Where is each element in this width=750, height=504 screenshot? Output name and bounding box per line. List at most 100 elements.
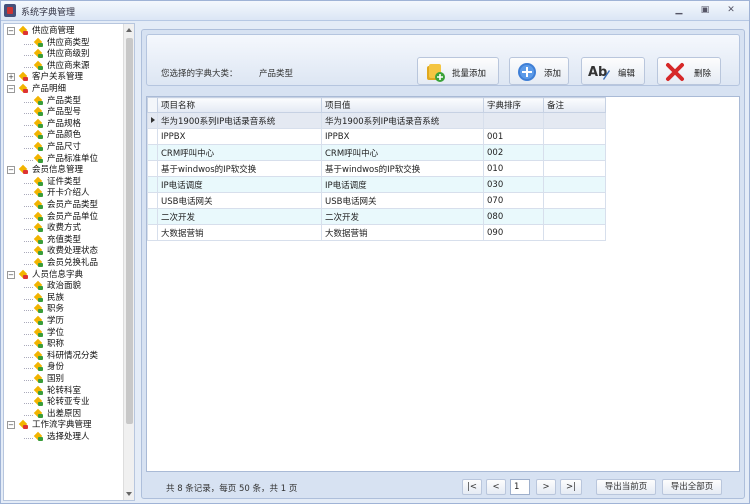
tree-leaf-node[interactable]: 会员产品类型 bbox=[4, 200, 122, 211]
add-button[interactable]: 添加 bbox=[509, 57, 569, 85]
column-header-note[interactable]: 备注 bbox=[543, 97, 606, 113]
cell-name[interactable]: CRM呼叫中心 bbox=[157, 144, 322, 161]
tree-leaf-node[interactable]: 国别 bbox=[4, 374, 122, 385]
tree-leaf-node[interactable]: 供应商类型 bbox=[4, 38, 122, 49]
tree-scrollbar[interactable] bbox=[123, 24, 134, 500]
collapse-icon[interactable]: − bbox=[7, 85, 15, 93]
cell-name[interactable]: 基于windwos的IP软交换 bbox=[157, 160, 322, 177]
tree-leaf-node[interactable]: 产品型号 bbox=[4, 107, 122, 118]
tree-leaf-node[interactable]: 产品标准单位 bbox=[4, 154, 122, 165]
edit-button[interactable]: Ab 编辑 bbox=[581, 57, 645, 85]
dictionary-tree[interactable]: − 供应商管理 供应商类型 供应商级别 供应商来源 + 客户关系管理 − 产品明细 产品类型 产品型… bbox=[3, 23, 135, 501]
tree-leaf-node[interactable]: 选择处理人 bbox=[4, 432, 122, 443]
tree-leaf-node[interactable]: 供应商来源 bbox=[4, 61, 122, 72]
cell-order[interactable]: 070 bbox=[483, 192, 544, 209]
cell-order[interactable]: 090 bbox=[483, 224, 544, 241]
cell-value[interactable]: 大数据营销 bbox=[321, 224, 484, 241]
tree-leaf-node[interactable]: 证件类型 bbox=[4, 177, 122, 188]
tree-leaf-node[interactable]: 充值类型 bbox=[4, 235, 122, 246]
collapse-icon[interactable]: − bbox=[7, 166, 15, 175]
collapse-icon[interactable]: − bbox=[7, 421, 15, 430]
page-number-input[interactable]: 1 bbox=[510, 479, 530, 495]
last-page-button[interactable]: >| bbox=[560, 479, 582, 495]
scroll-down-icon[interactable] bbox=[126, 492, 132, 496]
cell-name[interactable]: 二次开发 bbox=[157, 208, 322, 225]
export-current-page-button[interactable]: 导出当前页 bbox=[596, 479, 656, 495]
tree-leaf-node[interactable]: 供应商级别 bbox=[4, 49, 122, 60]
tree-leaf-node[interactable]: 轮转亚专业 bbox=[4, 397, 122, 408]
tree-leaf-node[interactable]: 收费方式 bbox=[4, 223, 122, 234]
cell-note[interactable] bbox=[543, 160, 606, 177]
scroll-thumb[interactable] bbox=[126, 38, 133, 424]
tree-leaf-node[interactable]: 开卡介绍人 bbox=[4, 188, 122, 199]
cell-order[interactable]: 080 bbox=[483, 208, 544, 225]
cell-value[interactable]: IPPBX bbox=[321, 128, 484, 145]
cell-value[interactable]: CRM呼叫中心 bbox=[321, 144, 484, 161]
cell-note[interactable] bbox=[543, 208, 606, 225]
cell-value[interactable]: 华为1900系列IP电话录音系统 bbox=[321, 112, 484, 129]
cell-value[interactable]: USB电话网关 bbox=[321, 192, 484, 209]
table-row[interactable]: 二次开发 二次开发 080 bbox=[147, 208, 606, 225]
tree-group-node[interactable]: + 客户关系管理 bbox=[4, 72, 122, 83]
tree-leaf-node[interactable]: 收费处理状态 bbox=[4, 246, 122, 257]
table-row[interactable]: CRM呼叫中心 CRM呼叫中心 002 bbox=[147, 144, 606, 161]
cell-value[interactable]: 基于windwos的IP软交换 bbox=[321, 160, 484, 177]
batch-add-button[interactable]: 批量添加 bbox=[417, 57, 499, 85]
cell-note[interactable] bbox=[543, 192, 606, 209]
tree-group-node[interactable]: − 人员信息字典 bbox=[4, 270, 122, 281]
close-icon[interactable]: ✕ bbox=[723, 4, 739, 17]
tree-leaf-node[interactable]: 轮转科室 bbox=[4, 386, 122, 397]
tree-leaf-node[interactable]: 政治面貌 bbox=[4, 281, 122, 292]
tree-leaf-node[interactable]: 身份 bbox=[4, 362, 122, 373]
cell-name[interactable]: IPPBX bbox=[157, 128, 322, 145]
tree-leaf-node[interactable]: 会员兑换礼品 bbox=[4, 258, 122, 269]
cell-note[interactable] bbox=[543, 112, 606, 129]
collapse-icon[interactable]: − bbox=[7, 27, 15, 35]
tree-leaf-node[interactable]: 产品尺寸 bbox=[4, 142, 122, 153]
delete-button[interactable]: 删除 bbox=[657, 57, 721, 85]
cell-note[interactable] bbox=[543, 176, 606, 193]
tree-leaf-node[interactable]: 学历 bbox=[4, 316, 122, 327]
column-header-value[interactable]: 项目值 bbox=[321, 97, 484, 113]
tree-leaf-node[interactable]: 产品类型 bbox=[4, 96, 122, 107]
tree-leaf-node[interactable]: 产品颜色 bbox=[4, 130, 122, 141]
column-header-name[interactable]: 项目名称 bbox=[157, 97, 322, 113]
cell-name[interactable]: 华为1900系列IP电话录音系统 bbox=[157, 112, 322, 129]
cell-order[interactable]: 030 bbox=[483, 176, 544, 193]
cell-note[interactable] bbox=[543, 224, 606, 241]
maximize-icon[interactable]: ▣ bbox=[697, 4, 713, 17]
tree-leaf-node[interactable]: 职务 bbox=[4, 304, 122, 315]
cell-value[interactable]: IP电话调度 bbox=[321, 176, 484, 193]
cell-note[interactable] bbox=[543, 128, 606, 145]
tree-group-node[interactable]: − 工作流字典管理 bbox=[4, 420, 122, 431]
table-row[interactable]: IPPBX IPPBX 001 bbox=[147, 128, 606, 145]
tree-leaf-node[interactable]: 科研情况分类 bbox=[4, 351, 122, 362]
tree-leaf-node[interactable]: 产品规格 bbox=[4, 119, 122, 130]
cell-order[interactable]: 002 bbox=[483, 144, 544, 161]
cell-name[interactable]: 大数据营销 bbox=[157, 224, 322, 241]
table-row[interactable]: 大数据营销 大数据营销 090 bbox=[147, 224, 606, 241]
expand-icon[interactable]: + bbox=[7, 73, 15, 82]
cell-value[interactable]: 二次开发 bbox=[321, 208, 484, 225]
table-row[interactable]: IP电话调度 IP电话调度 030 bbox=[147, 176, 606, 193]
tree-leaf-node[interactable]: 学位 bbox=[4, 328, 122, 339]
cell-order[interactable]: 010 bbox=[483, 160, 544, 177]
export-all-pages-button[interactable]: 导出全部页 bbox=[662, 479, 722, 495]
cell-order[interactable]: 001 bbox=[483, 128, 544, 145]
prev-page-button[interactable]: < bbox=[486, 479, 506, 495]
tree-group-node[interactable]: − 产品明细 bbox=[4, 84, 122, 95]
column-header-order[interactable]: 字典排序 bbox=[483, 97, 544, 113]
table-row[interactable]: 华为1900系列IP电话录音系统 华为1900系列IP电话录音系统 bbox=[147, 112, 606, 129]
cell-order[interactable] bbox=[483, 112, 544, 129]
tree-leaf-node[interactable]: 职称 bbox=[4, 339, 122, 350]
tree-leaf-node[interactable]: 民族 bbox=[4, 293, 122, 304]
minimize-icon[interactable]: ▁ bbox=[671, 4, 687, 17]
tree-leaf-node[interactable]: 出差原因 bbox=[4, 409, 122, 420]
cell-name[interactable]: USB电话网关 bbox=[157, 192, 322, 209]
table-row[interactable]: USB电话网关 USB电话网关 070 bbox=[147, 192, 606, 209]
tree-group-node[interactable]: − 供应商管理 bbox=[4, 26, 122, 37]
cell-name[interactable]: IP电话调度 bbox=[157, 176, 322, 193]
cell-note[interactable] bbox=[543, 144, 606, 161]
dictionary-grid[interactable]: 项目名称 项目值 字典排序 备注 华为1900系列IP电话录音系统 华为1900系… bbox=[146, 96, 740, 472]
table-row[interactable]: 基于windwos的IP软交换 基于windwos的IP软交换 010 bbox=[147, 160, 606, 177]
